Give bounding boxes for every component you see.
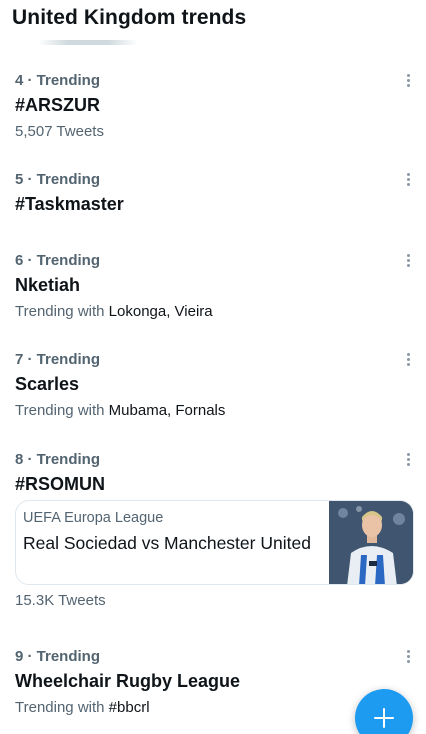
trend-item[interactable]: 5 · Trending #Taskmaster <box>0 171 426 223</box>
trend-item[interactable]: 4 · Trending #ARSZUR 5,507 Tweets <box>0 72 426 142</box>
trending-with-label: Trending with <box>15 402 105 419</box>
page-title: United Kingdom trends <box>12 6 247 29</box>
trend-name: Scarles <box>15 374 80 394</box>
event-card-kicker: UEFA Europa League <box>23 510 164 526</box>
trending-with-names: #bbcrl <box>108 699 150 716</box>
event-card[interactable]: UEFA Europa League Real Sociedad vs Manc… <box>15 500 414 585</box>
trend-meta: 8 · Trending <box>15 451 101 468</box>
more-vertical-icon[interactable] <box>402 353 414 369</box>
trend-item[interactable]: 6 · Trending Nketiah Trending with Lokon… <box>0 252 426 324</box>
trending-with-label: Trending with <box>15 303 105 320</box>
scroll-fade <box>38 40 138 45</box>
trending-with-label: Trending with <box>15 699 105 716</box>
trend-meta: 7 · Trending <box>15 351 101 368</box>
trend-name: #ARSZUR <box>15 95 101 115</box>
trending-with-names: Lokonga, Vieira <box>108 303 213 320</box>
trend-tweet-count: 15.3K Tweets <box>15 592 106 609</box>
player-illustration <box>329 501 413 584</box>
trending-with: Trending with Lokonga, Vieira <box>15 303 213 320</box>
trend-tweet-count: 5,507 Tweets <box>15 123 104 140</box>
trending-with: Trending with #bbcrl <box>15 699 150 716</box>
more-vertical-icon[interactable] <box>402 650 414 666</box>
more-vertical-icon[interactable] <box>402 173 414 189</box>
trend-name: Wheelchair Rugby League <box>15 671 241 691</box>
trend-item[interactable]: 8 · Trending #RSOMUN UEFA Europa League … <box>0 451 426 621</box>
trend-name: Nketiah <box>15 275 81 295</box>
more-vertical-icon[interactable] <box>402 453 414 469</box>
more-vertical-icon[interactable] <box>402 254 414 270</box>
header: United Kingdom trends <box>0 0 426 45</box>
trend-item[interactable]: 7 · Trending Scarles Trending with Mubam… <box>0 351 426 423</box>
trend-name: #Taskmaster <box>15 194 124 214</box>
trend-meta: 4 · Trending <box>15 72 101 89</box>
trending-with-names: Mubama, Fornals <box>108 402 226 419</box>
football-player-photo <box>329 501 413 584</box>
trend-name: #RSOMUN <box>15 474 106 494</box>
event-card-title: Real Sociedad vs Manchester United <box>23 533 311 553</box>
trend-meta: 9 · Trending <box>15 648 101 665</box>
trend-meta: 5 · Trending <box>15 171 101 188</box>
trend-meta: 6 · Trending <box>15 252 101 269</box>
more-vertical-icon[interactable] <box>402 74 414 90</box>
trending-with: Trending with Mubama, Fornals <box>15 402 225 419</box>
